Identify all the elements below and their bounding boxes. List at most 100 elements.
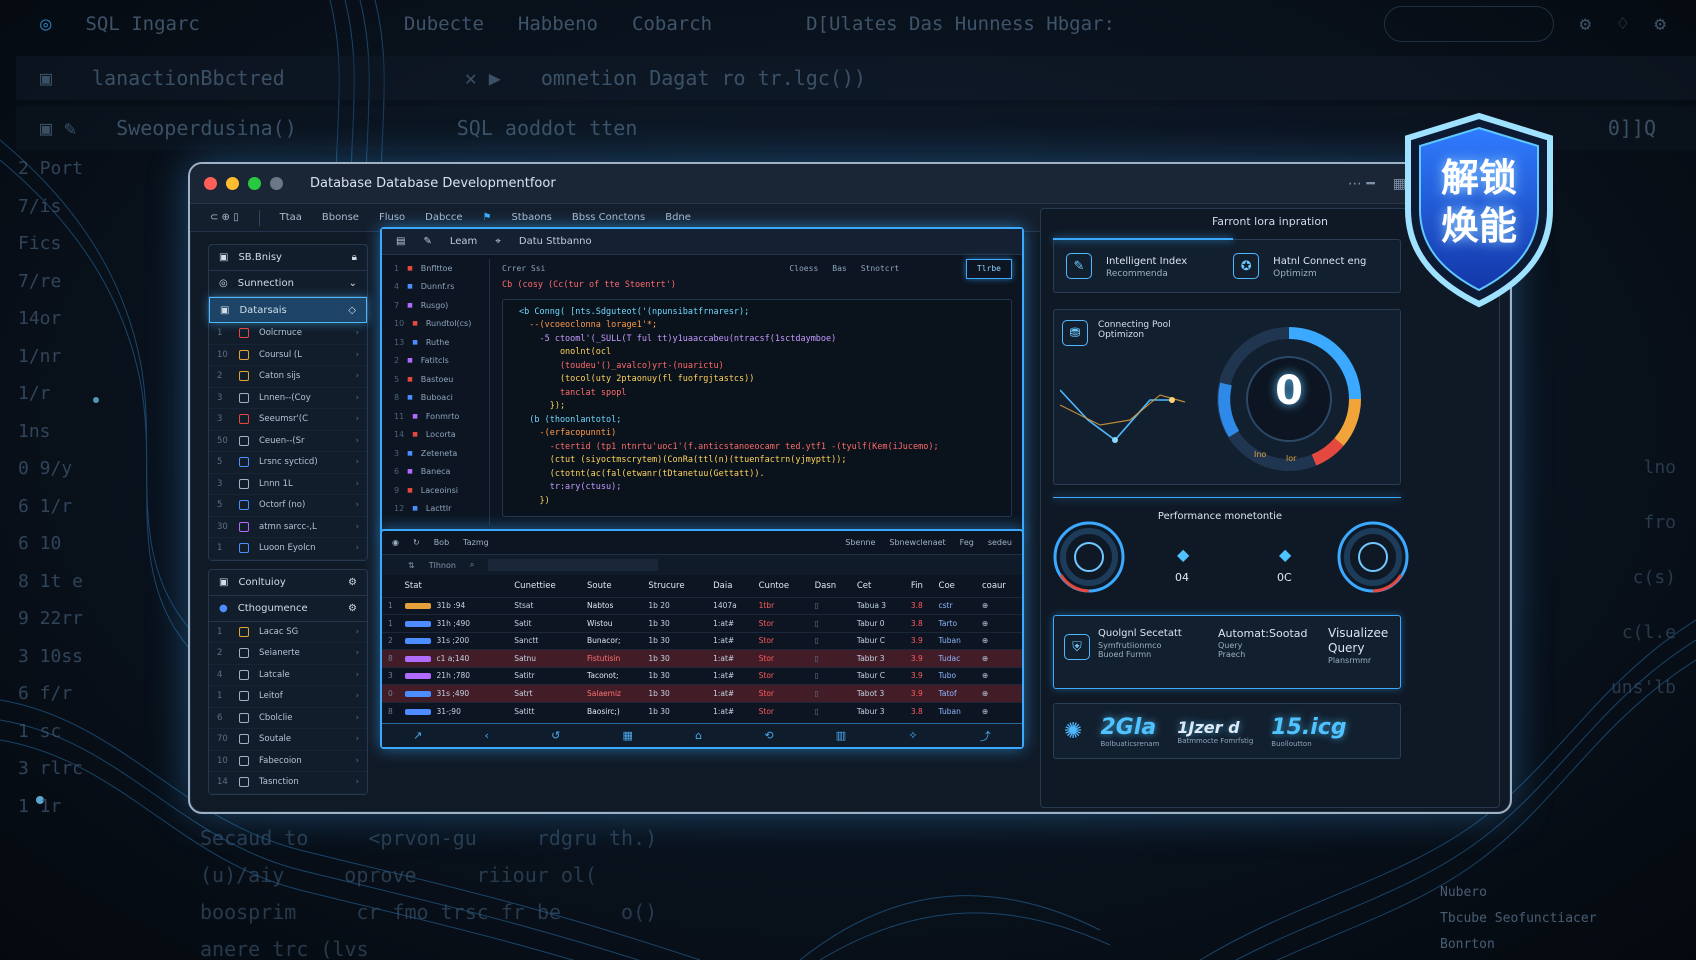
sidebar-item[interactable]: 5 Lrsnc sycticd) ›: [209, 452, 367, 474]
file-item[interactable]: 5 ■ Bastoeu: [390, 370, 489, 389]
search-field[interactable]: [488, 559, 659, 571]
editor-icon[interactable]: ▤: [396, 236, 405, 247]
sidebar-item[interactable]: 1 Lacac SG ›: [209, 622, 367, 643]
toolbar-item[interactable]: Ttaa: [280, 212, 302, 223]
toolbar-item[interactable]: Bbonse: [322, 212, 359, 223]
row-action-icon[interactable]: ⊕: [975, 666, 1022, 685]
sidebar-item[interactable]: 10 Fabecoion ›: [209, 751, 367, 772]
toolbar-item[interactable]: Fluso: [379, 212, 405, 223]
column-header[interactable]: Daia: [707, 575, 753, 597]
column-header[interactable]: coaur: [976, 575, 1022, 597]
search-icon[interactable]: ⌕: [470, 560, 474, 570]
column-header[interactable]: Cet: [851, 575, 905, 597]
row-action-icon[interactable]: ⊕: [975, 596, 1022, 615]
row-action-icon[interactable]: ⊕: [975, 649, 1022, 667]
file-item[interactable]: 9 ■ Laceoinsi: [390, 481, 489, 500]
toolbar-item[interactable]: Bbss Conctons: [572, 212, 645, 223]
subbar-item[interactable]: Stnotcrt: [861, 262, 900, 276]
card-connection-optimize[interactable]: Hatnl Connect eng Optimizm: [1273, 254, 1366, 279]
toolbar-item[interactable]: Stbaons: [511, 212, 551, 223]
sidebar-item[interactable]: 70 Soutale ›: [209, 729, 367, 751]
code-block[interactable]: <b Conng( [nts.Sdguteot('(npunsibatfrnar…: [502, 298, 1012, 517]
file-item[interactable]: 14 ■ Locorta: [390, 426, 489, 445]
sidebar-item[interactable]: 30 atmn sarcc-,L ›: [209, 517, 367, 538]
column-header[interactable]: Stat: [399, 575, 509, 597]
row-action-icon[interactable]: ⊕: [975, 684, 1022, 702]
subbar-item[interactable]: Crrer Ssi: [502, 262, 545, 276]
table-row[interactable]: 0 31s ;490 Satrt Salaemiz 1b 30 1:at# Stor ▯ Tab…: [382, 684, 1022, 702]
file-item[interactable]: 3 ■ Zeteneta: [390, 444, 489, 463]
tab-datu[interactable]: Datu Sttbanno: [519, 236, 592, 247]
star-icon[interactable]: ✧: [908, 729, 917, 742]
sidebar-item-database-active[interactable]: ▣ Datarsais ◇: [209, 297, 367, 323]
feature-item[interactable]: Visualizee Query Plansrmmr: [1328, 626, 1388, 665]
column-header[interactable]: Strucure: [642, 575, 707, 597]
file-item[interactable]: 2 ■ Fatitcls: [390, 352, 489, 371]
table-icon[interactable]: ▦: [623, 729, 633, 742]
subbar-item[interactable]: Bas: [832, 262, 846, 276]
row-action-icon[interactable]: ⊕: [975, 614, 1022, 632]
sidebar-item[interactable]: 6 Cbolclie ›: [209, 708, 367, 729]
home-icon[interactable]: ⌂: [695, 729, 702, 742]
toolbar-item[interactable]: Bdne: [665, 212, 691, 223]
pin-icon[interactable]: ✎: [423, 236, 431, 247]
column-header[interactable]: Coe: [933, 575, 976, 597]
column-header[interactable]: Soute: [581, 575, 642, 597]
nav-icons[interactable]: ⊂ ⊕ ▯: [210, 212, 239, 223]
table-row[interactable]: 2 31s ;200 Sanctt Bunacor; 1b 30 1:at# Stor ▯ Ta…: [382, 631, 1022, 650]
sidebar-item[interactable]: 10 Coursul (L ›: [209, 345, 367, 366]
export-icon[interactable]: ⤴: [980, 728, 991, 744]
run-button[interactable]: Tlrbe: [965, 259, 1012, 279]
sidebar-item[interactable]: 5 Octorf (no) ›: [209, 495, 367, 517]
file-item[interactable]: 6 ■ Baneca: [390, 463, 489, 482]
sidebar-group-connection[interactable]: ◎ Sunnection ⌄: [209, 271, 367, 297]
sidebar-item[interactable]: 1 Leitof ›: [209, 686, 367, 708]
column-header[interactable]: Cunettiee: [508, 575, 581, 597]
table-row[interactable]: 8 c1 a;140 Satnu Fistutisin 1b 30 1:at# Stor ▯ T…: [382, 649, 1022, 667]
grid-tab[interactable]: Tazmg: [463, 538, 489, 547]
maximize-button[interactable]: [248, 177, 261, 190]
chart-icon[interactable]: ▥: [836, 729, 846, 742]
more-icon[interactable]: ⋯ ━: [1348, 176, 1375, 192]
sidebar-item[interactable]: 4 Latcale ›: [209, 665, 367, 686]
file-item[interactable]: 1 ■ Bnflttoe: [390, 259, 489, 278]
grid-tool[interactable]: Feg: [960, 538, 974, 547]
feature-item[interactable]: Automat:Sootad Query Praech: [1218, 626, 1308, 659]
tab-leam[interactable]: Leam: [450, 236, 477, 247]
column-header[interactable]: Cuntoe: [753, 575, 809, 597]
row-action-icon[interactable]: ⊕: [975, 631, 1022, 650]
record-icon[interactable]: ◉: [392, 538, 399, 547]
sidebar-item[interactable]: 50 Ceuen--(Sr ›: [209, 431, 367, 452]
grid-tab[interactable]: Bob: [434, 538, 449, 547]
table-row[interactable]: 8 31-;90 Satitt Baosirc;) 1b 30 1:at# Stor ▯ Tab…: [382, 701, 1022, 720]
extra-button[interactable]: [270, 177, 283, 190]
code-area[interactable]: Crrer Ssi Cloess Bas Stnotcrt Tlrbe Cb (…: [502, 259, 1012, 525]
sidebar-item[interactable]: 1 Oolcrnuce ›: [209, 323, 367, 345]
grid-tool[interactable]: Sbnewclenaet: [889, 538, 945, 547]
grid-tool[interactable]: Sbenne: [845, 538, 875, 547]
filter-icon[interactable]: ⇅: [408, 561, 415, 570]
sync-icon[interactable]: ⟲: [764, 729, 773, 742]
grid-filter[interactable]: Tlhnon: [429, 561, 456, 570]
table-row[interactable]: 1 31h ;490 Satit Wistou 1b 30 1:at# Stor ▯ Tabur…: [382, 614, 1022, 632]
sidebar-group-cthogumence[interactable]: ● Cthogumence ⚙: [209, 596, 367, 622]
table-row[interactable]: 3 21h ;780 Satitr Taconot; 1b 30 1:at# Stor ▯ Ta…: [382, 666, 1022, 685]
sidebar-item[interactable]: 3 Lnnen--(Coy ›: [209, 388, 367, 409]
subbar-item[interactable]: Cloess: [789, 262, 818, 276]
toolbar-item[interactable]: Dabcce: [425, 212, 462, 223]
file-item[interactable]: 8 ■ Buboaci: [390, 389, 489, 408]
sidebar-item[interactable]: 3 Seeumsr'(C ›: [209, 409, 367, 431]
refresh-icon[interactable]: ↻: [413, 538, 420, 547]
file-item[interactable]: 7 ■ Rusgo): [390, 296, 489, 315]
sidebar-item[interactable]: 1 Luoon Eyolcn ›: [209, 538, 367, 560]
card-intelligent-index[interactable]: Intelligent Index Recommenda: [1106, 254, 1187, 279]
file-item[interactable]: 11 ■ Fonmrto: [390, 407, 489, 426]
refresh-icon[interactable]: ↺: [551, 729, 560, 742]
sidebar-item[interactable]: 3 Lnnn 1L ›: [209, 474, 367, 495]
column-header[interactable]: Fin: [905, 575, 933, 597]
toolbar-flag-icon[interactable]: ⚑: [482, 212, 491, 223]
sidebar-header[interactable]: ▣ SB.Bnisy 🔒︎: [209, 245, 367, 271]
feature-item[interactable]: Quolgnl Secetatt Symfrutiionmco Buoed Fu…: [1098, 626, 1182, 659]
sidebar-group-conltuioy[interactable]: ▣ Conltuioy ⚙: [209, 570, 367, 596]
sidebar-item[interactable]: 2 Seianerte ›: [209, 643, 367, 665]
